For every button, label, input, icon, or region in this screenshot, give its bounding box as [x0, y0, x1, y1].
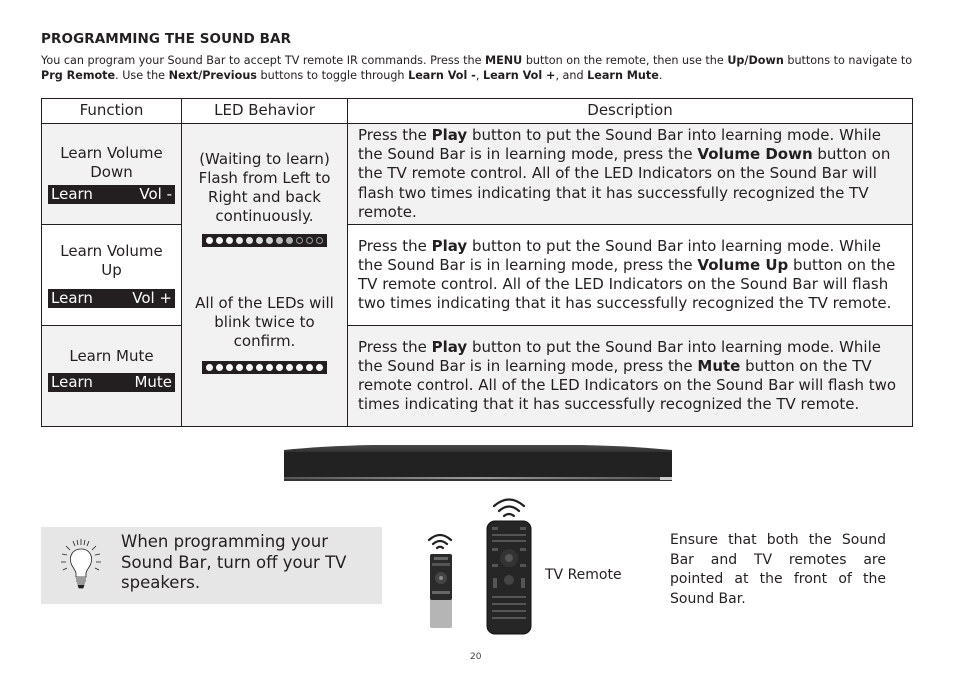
- lcd-display: Learn Mute: [48, 373, 175, 393]
- led-indicator-dot: [306, 237, 313, 245]
- header-led-behavior: LED Behavior: [181, 98, 348, 124]
- text-run: Press the: [358, 126, 432, 144]
- function-cell: Learn Mute Learn Mute: [41, 325, 182, 428]
- table-row: Learn Volume Up Learn Vol + Press the Pl…: [41, 224, 913, 327]
- sound-bar-remote-image: [427, 533, 453, 628]
- led-confirm-text: All of the LEDs will blink twice to conf…: [195, 293, 334, 351]
- lcd-left-text: Learn: [51, 185, 93, 204]
- bold-term: Play: [431, 126, 468, 144]
- led-behavior-cell: (Waiting to learn) Flash from Left to Ri…: [181, 122, 348, 428]
- section-title: PROGRAMMING THE SOUND BAR: [41, 31, 292, 47]
- bold-term: Play: [431, 236, 468, 255]
- led-indicator-dot: [306, 364, 313, 372]
- ensure-note: Ensure that both the Sound Bar and TV re…: [670, 532, 886, 607]
- text-run: buttons to navigate to: [783, 54, 913, 67]
- bold-term: Next/Previous: [168, 69, 257, 82]
- intro-paragraph: You can program your Sound Bar to accept…: [41, 53, 921, 83]
- lightbulb-icon: [61, 539, 101, 589]
- led-waiting-text: (Waiting to learn) Flash from Left to Ri…: [198, 149, 331, 226]
- led-indicator-dot: [286, 364, 293, 372]
- lcd-display: Learn Vol -: [48, 185, 175, 205]
- text-run: button on the remote, then use the: [522, 54, 728, 67]
- text-run: ,: [475, 69, 483, 82]
- sound-bar-image: [284, 445, 672, 481]
- text-run: . Use the: [115, 69, 169, 82]
- function-name: Learn Mute: [69, 347, 154, 366]
- led-indicator-dot: [236, 364, 243, 372]
- led-indicator-dot: [206, 364, 213, 372]
- led-indicator-dot: [316, 237, 323, 245]
- lcd-right-text: Mute: [134, 373, 172, 392]
- tip-text: When programming your Sound Bar, turn of…: [121, 532, 347, 592]
- programming-table: Function LED Behavior Description Learn …: [41, 98, 913, 428]
- page-number: 20: [470, 652, 482, 662]
- led-indicator-dot: [286, 237, 293, 245]
- led-indicator-dot: [236, 237, 243, 245]
- description-cell: Press the Play button to put the Sound B…: [347, 325, 913, 428]
- text-run: Press the: [358, 236, 432, 255]
- tv-remote-label: TV Remote: [545, 567, 622, 583]
- bold-term: Learn Vol +: [482, 69, 556, 82]
- function-cell: Learn Volume Down Learn Vol -: [41, 122, 182, 226]
- led-indicator-dot: [276, 237, 283, 245]
- led-indicator-dot: [266, 237, 273, 245]
- bold-term: Volume Up: [697, 255, 789, 274]
- led-indicator-dot: [226, 237, 233, 245]
- bold-term: Up/Down: [727, 54, 784, 67]
- bold-term: Play: [431, 337, 468, 356]
- text-run: Press the: [358, 337, 432, 356]
- lcd-right-text: Vol -: [139, 185, 172, 204]
- led-strip-confirm: [202, 361, 327, 375]
- bold-term: Learn Mute: [587, 69, 659, 82]
- tip-box: When programming your Sound Bar, turn of…: [41, 527, 382, 604]
- ir-signal-icon: [427, 533, 453, 550]
- lcd-display: Learn Vol +: [48, 289, 175, 309]
- led-indicator-dot: [266, 364, 273, 372]
- sound-bar-logo: [660, 477, 672, 480]
- header-function: Function: [41, 98, 182, 124]
- led-indicator-dot: [296, 364, 303, 372]
- description-cell: Press the Play button to put the Sound B…: [347, 224, 913, 327]
- ir-signal-icon: [492, 498, 526, 518]
- text-run: , and: [555, 69, 588, 82]
- table-row: Learn Volume Down Learn Vol - (Waiting t…: [41, 122, 913, 428]
- led-indicator-dot: [246, 237, 253, 245]
- led-strip-waiting: [202, 234, 327, 248]
- table-row: Learn Mute Learn Mute Press the Play but…: [41, 325, 913, 428]
- led-indicator-dot: [256, 237, 263, 245]
- lcd-right-text: Vol +: [132, 289, 172, 308]
- led-indicator-dot: [276, 364, 283, 372]
- led-indicator-dot: [216, 237, 223, 245]
- bold-term: Learn Vol -: [408, 69, 476, 82]
- led-indicator-dot: [316, 364, 323, 372]
- led-indicator-dot: [206, 237, 213, 245]
- led-indicator-dot: [296, 237, 303, 245]
- led-indicator-dot: [246, 364, 253, 372]
- bold-term: Prg Remote: [41, 69, 116, 82]
- tv-remote-image: [486, 498, 532, 635]
- bold-term: Volume Down: [697, 145, 813, 164]
- text-run: .: [658, 69, 663, 82]
- text-run: You can program your Sound Bar to accept…: [41, 54, 486, 67]
- header-description: Description: [347, 98, 913, 124]
- description-cell: Press the Play button to put the Sound B…: [347, 122, 913, 226]
- table-header-row: Function LED Behavior Description: [41, 98, 913, 124]
- function-name: Learn Volume Down: [60, 143, 163, 181]
- bold-term: Mute: [697, 356, 741, 375]
- function-cell: Learn Volume Up Learn Vol +: [41, 224, 182, 327]
- led-indicator-dot: [256, 364, 263, 372]
- function-name: Learn Volume Up: [60, 241, 163, 280]
- led-indicator-dot: [226, 364, 233, 372]
- led-indicator-dot: [216, 364, 223, 372]
- text-run: buttons to toggle through: [256, 69, 409, 82]
- bold-term: MENU: [485, 54, 523, 67]
- lcd-left-text: Learn: [51, 289, 93, 308]
- lcd-left-text: Learn: [51, 373, 93, 392]
